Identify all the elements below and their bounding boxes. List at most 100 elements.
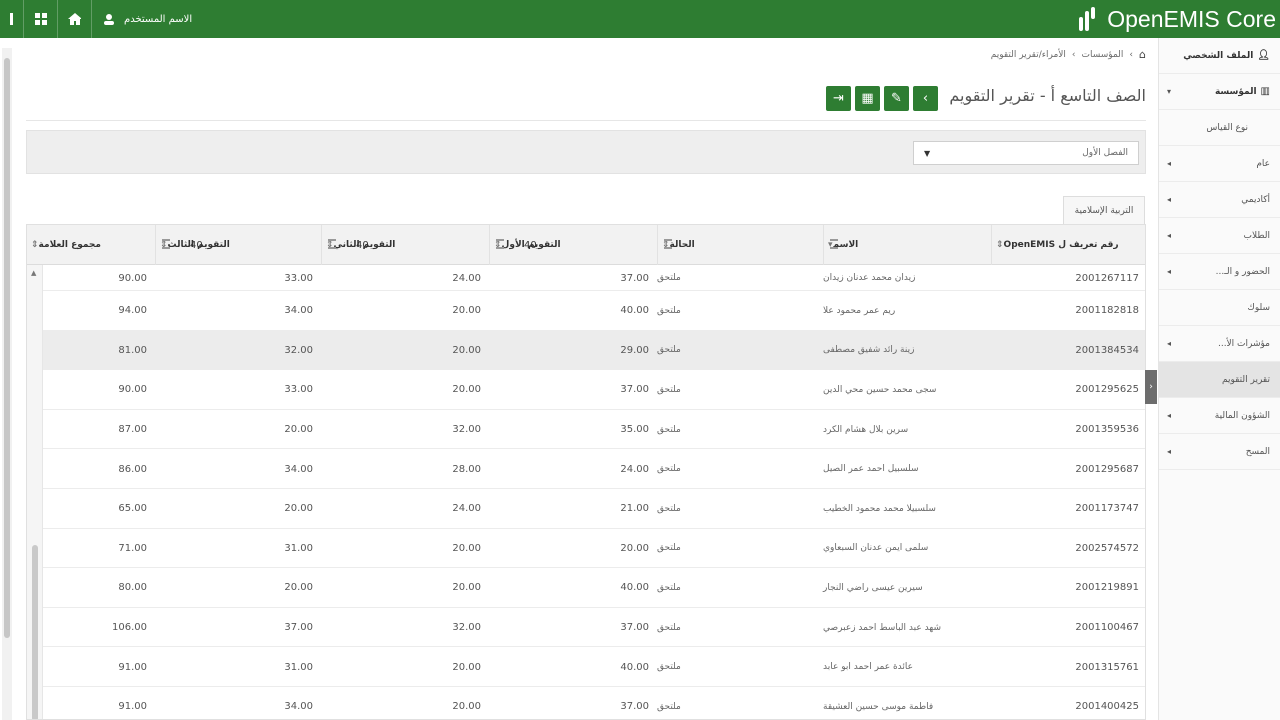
- cell-assessment-3[interactable]: 32.00: [155, 331, 321, 371]
- cell-assessment-1[interactable]: 37.00: [489, 370, 657, 410]
- back-button[interactable]: ‹: [913, 86, 938, 111]
- cell-assessment-3[interactable]: 37.00: [155, 608, 321, 648]
- cell-assessment-3[interactable]: 20.00: [155, 410, 321, 450]
- page-scrollbar[interactable]: [2, 48, 12, 720]
- table-row[interactable]: 106.00 37.00 32.00 37.00 ملتحق شهد عبد الباسط…: [43, 608, 1145, 648]
- table-row[interactable]: 90.00 33.00 20.00 37.00 ملتحق سجى محمد حسين م…: [43, 370, 1145, 410]
- table-scrollbar[interactable]: ▲: [27, 265, 43, 719]
- sidebar-item-label: الشؤون المالية: [1214, 410, 1270, 421]
- cell-assessment-2[interactable]: 20.00: [321, 568, 489, 608]
- cell-assessment-2[interactable]: 20.00: [321, 331, 489, 371]
- sidebar-item-6[interactable]: ◂ مؤشرات الأ...: [1159, 326, 1280, 362]
- cell-assessment-1[interactable]: 35.00: [489, 410, 657, 450]
- grid-icon[interactable]: [24, 0, 58, 38]
- home-icon[interactable]: [58, 0, 92, 38]
- cell-assessment-3[interactable]: 20.00: [155, 489, 321, 529]
- table-row[interactable]: 81.00 32.00 20.00 29.00 ملتحق زينة رائد شفيق …: [43, 330, 1145, 371]
- cell-assessment-1[interactable]: 37.00: [489, 608, 657, 648]
- cell-assessment-3[interactable]: 33.00: [155, 370, 321, 410]
- sidebar-item-profile[interactable]: الملف الشخصي 👤︎: [1159, 38, 1280, 74]
- cell-openemis-id: 2002574572: [1075, 542, 1139, 554]
- cell-assessment-3[interactable]: 34.00: [155, 687, 321, 719]
- sidebar-toggle-icon[interactable]: [0, 0, 24, 38]
- cell-assessment-1[interactable]: 24.00: [489, 449, 657, 489]
- cell-assessment-2[interactable]: 20.00: [321, 529, 489, 569]
- calculator-button[interactable]: ▦: [855, 86, 880, 111]
- header-total[interactable]: مجموع العلامة ⇕: [27, 225, 155, 265]
- cell-assessment-2[interactable]: 24.00: [321, 265, 489, 291]
- header-assessment-2[interactable]: 40 التقويم الثاني ⇕: [321, 225, 489, 265]
- cell-assessment-1[interactable]: 29.00: [489, 331, 657, 371]
- brand-logo[interactable]: OpenEMIS Core: [1079, 0, 1276, 38]
- cell-assessment-3[interactable]: 20.00: [155, 568, 321, 608]
- user-menu[interactable]: الاسم المستخدم: [92, 0, 204, 38]
- top-navbar: الاسم المستخدم OpenEMIS Core: [0, 0, 1280, 38]
- cell-assessment-2[interactable]: 20.00: [321, 647, 489, 687]
- cell-assessment-1[interactable]: 20.00: [489, 529, 657, 569]
- cell-openemis-id: 2001267117: [1075, 272, 1139, 284]
- cell-assessment-2[interactable]: 20.00: [321, 370, 489, 410]
- breadcrumb-item-institutions[interactable]: المؤسسات: [1082, 50, 1124, 60]
- header-status[interactable]: الحالة ⇕: [657, 225, 823, 265]
- home-icon[interactable]: ⌂: [1139, 48, 1146, 61]
- edit-button[interactable]: ✎: [884, 86, 909, 111]
- sidebar-collapse-button[interactable]: ›: [1145, 370, 1157, 404]
- cell-assessment-3[interactable]: 34.00: [155, 291, 321, 331]
- table-row[interactable]: 65.00 20.00 24.00 21.00 ملتحق سلسبيلا محمد مح…: [43, 489, 1145, 529]
- scroll-up-icon[interactable]: ▲: [31, 269, 36, 277]
- table-row[interactable]: 90.00 33.00 24.00 37.00 ملتحق زيدان محمد عدنا…: [43, 265, 1145, 291]
- sidebar-item-label: تقرير التقويم: [1221, 374, 1270, 385]
- cell-assessment-1[interactable]: 40.00: [489, 647, 657, 687]
- cell-assessment-2[interactable]: 28.00: [321, 449, 489, 489]
- table-row[interactable]: 94.00 34.00 20.00 40.00 ملتحق ريم عمر محمود ع…: [43, 291, 1145, 331]
- sidebar-item-label: الطلاب: [1243, 230, 1270, 241]
- table-row[interactable]: 71.00 31.00 20.00 20.00 ملتحق سلمى ايمن عدنان…: [43, 529, 1145, 569]
- cell-name: سرين بلال هشام الكرد: [823, 424, 909, 435]
- sidebar-item-1[interactable]: ◂ عام: [1159, 146, 1280, 182]
- cell-total: 71.00: [118, 542, 147, 554]
- chevron-left-icon: ◂: [1167, 339, 1172, 348]
- cell-assessment-1[interactable]: 37.00: [489, 687, 657, 719]
- cell-name: عائدة عمر احمد ابو عابد: [823, 662, 914, 673]
- cell-assessment-3[interactable]: 33.00: [155, 265, 321, 291]
- sidebar-item-5[interactable]: سلوك: [1159, 290, 1280, 326]
- table-scrollbar-thumb[interactable]: [32, 545, 38, 719]
- table-row[interactable]: 91.00 34.00 20.00 37.00 ملتحق فاطمة موسى حسين…: [43, 687, 1145, 719]
- cell-total: 94.00: [118, 305, 147, 317]
- column-menu-icon: [830, 239, 838, 249]
- sort-icon: ⇕: [996, 240, 1004, 250]
- sidebar-item-7[interactable]: تقرير التقويم: [1159, 362, 1280, 398]
- cell-assessment-2[interactable]: 32.00: [321, 608, 489, 648]
- cell-assessment-2[interactable]: 20.00: [321, 687, 489, 719]
- cell-assessment-1[interactable]: 21.00: [489, 489, 657, 529]
- header-assessment-3[interactable]: 40 التقويم الثالث ⇕: [155, 225, 321, 265]
- divider: [26, 120, 1146, 121]
- sidebar-item-institution[interactable]: ▾ المؤسسة ▥: [1159, 74, 1280, 110]
- sidebar-item-4[interactable]: ◂ الحضور و الـ...: [1159, 254, 1280, 290]
- sidebar-item-0[interactable]: نوع القياس: [1159, 110, 1280, 146]
- sidebar-item-2[interactable]: ◂ أكاديمي: [1159, 182, 1280, 218]
- sidebar-item-8[interactable]: ◂ الشؤون المالية: [1159, 398, 1280, 434]
- table-row[interactable]: 86.00 34.00 28.00 24.00 ملتحق سلسبيل احمد عمر…: [43, 449, 1145, 489]
- export-button[interactable]: ⇥: [826, 86, 851, 111]
- header-openemis-id[interactable]: رقم تعريف ل OpenEMIS ⇕: [991, 225, 1145, 265]
- cell-assessment-1[interactable]: 40.00: [489, 291, 657, 331]
- cell-assessment-2[interactable]: 32.00: [321, 410, 489, 450]
- sidebar-item-3[interactable]: ◂ الطلاب: [1159, 218, 1280, 254]
- cell-assessment-2[interactable]: 24.00: [321, 489, 489, 529]
- table-row[interactable]: 80.00 20.00 20.00 40.00 ملتحق سيرين عيسى راضي…: [43, 568, 1145, 608]
- period-select[interactable]: الفصل الأول ▼: [913, 141, 1139, 165]
- cell-assessment-1[interactable]: 37.00: [489, 265, 657, 291]
- cell-assessment-1[interactable]: 40.00: [489, 568, 657, 608]
- header-assessment-1[interactable]: 40 التقويم الأول ⇕: [489, 225, 657, 265]
- table-row[interactable]: 91.00 31.00 20.00 40.00 ملتحق عائدة عمر احمد …: [43, 647, 1145, 687]
- cell-assessment-3[interactable]: 34.00: [155, 449, 321, 489]
- subject-tab[interactable]: التربية الإسلامية: [1063, 196, 1145, 224]
- header-name[interactable]: الاسم ▾: [823, 225, 991, 265]
- table-row[interactable]: 87.00 20.00 32.00 35.00 ملتحق سرين بلال هشام …: [43, 410, 1145, 450]
- cell-assessment-3[interactable]: 31.00: [155, 529, 321, 569]
- cell-total: 106.00: [112, 622, 147, 634]
- cell-assessment-2[interactable]: 20.00: [321, 291, 489, 331]
- sidebar-item-9[interactable]: ◂ المسح: [1159, 434, 1280, 470]
- cell-assessment-3[interactable]: 31.00: [155, 647, 321, 687]
